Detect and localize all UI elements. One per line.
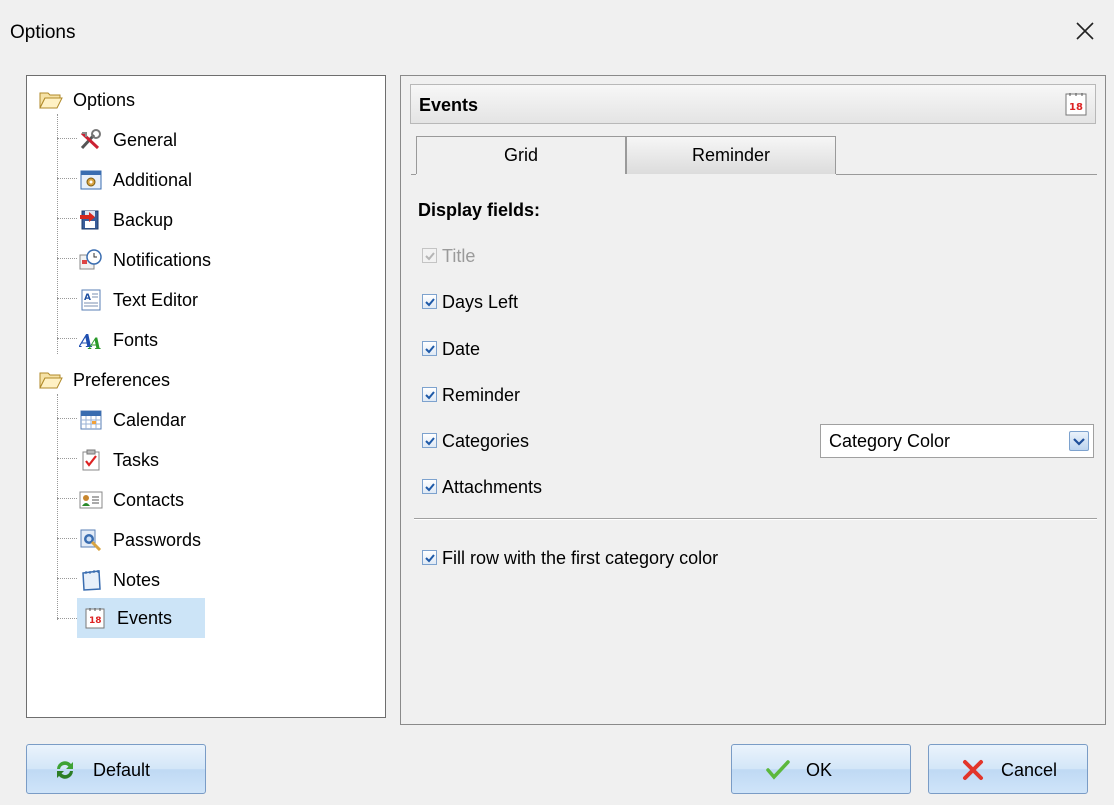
tree-item-label: Tasks xyxy=(113,450,160,470)
tab-grid[interactable]: Grid xyxy=(416,136,626,174)
checkbox-label: Attachments xyxy=(442,477,543,497)
tab-divider xyxy=(411,174,416,175)
checkbox-label: Date xyxy=(442,339,481,359)
options-tree[interactable]: Options General Additional Backup Notifi… xyxy=(26,75,386,718)
tree-item-text-editor[interactable]: A Text Editor xyxy=(79,284,259,316)
folder-open-icon xyxy=(39,92,63,109)
attachments-checkbox[interactable] xyxy=(422,479,437,494)
fonts-icon: A A xyxy=(79,331,101,351)
svg-text:A: A xyxy=(84,293,91,303)
tab-reminder[interactable]: Reminder xyxy=(626,136,836,174)
tools-icon xyxy=(80,129,101,150)
button-label: Default xyxy=(93,760,151,780)
tree-item-label: Fonts xyxy=(113,330,159,350)
default-button[interactable]: Default xyxy=(26,744,206,794)
category-color-select[interactable]: Category Color xyxy=(820,424,1094,458)
notification-clock-icon xyxy=(79,249,102,270)
backup-icon xyxy=(80,210,99,230)
window-title: Options xyxy=(10,22,76,43)
tree-item-label: Calendar xyxy=(113,410,187,430)
tree-group-label: Preferences xyxy=(73,370,171,390)
title-checkbox xyxy=(422,248,437,263)
tasks-icon xyxy=(82,449,100,471)
events-calendar-icon: 18 xyxy=(85,608,105,629)
tree-item-additional[interactable]: Additional xyxy=(79,164,259,196)
tree-item-events[interactable]: 18 Events xyxy=(77,598,205,638)
tree-item-contacts[interactable]: Contacts xyxy=(79,484,259,516)
tree-item-fonts[interactable]: A A Fonts xyxy=(79,324,259,356)
title-bar: Options xyxy=(0,0,1114,62)
fill-row-checkbox[interactable] xyxy=(422,550,437,565)
reminder-checkbox[interactable] xyxy=(422,387,437,402)
tree-item-passwords[interactable]: Passwords xyxy=(79,524,259,556)
checkbox-label: Days Left xyxy=(442,292,519,312)
cancel-button[interactable]: Cancel xyxy=(928,744,1088,794)
tree-item-label: Notifications xyxy=(113,250,212,270)
checkbox-label: Categories xyxy=(442,431,530,451)
categories-checkbox[interactable] xyxy=(422,433,437,448)
text-editor-icon: A xyxy=(81,289,101,311)
svg-text:A: A xyxy=(87,334,101,351)
tree-item-calendar[interactable]: Calendar xyxy=(79,404,259,436)
separator xyxy=(414,518,1097,520)
calendar-icon xyxy=(80,410,102,430)
tree-item-label: Backup xyxy=(113,210,174,230)
folder-open-icon xyxy=(39,372,63,389)
tree-item-tasks[interactable]: Tasks xyxy=(79,444,259,476)
refresh-icon xyxy=(57,761,73,779)
tree-item-notes[interactable]: Notes xyxy=(79,564,259,596)
tree-group-options[interactable]: Options xyxy=(39,84,219,116)
checkbox-label: Reminder xyxy=(442,385,521,405)
tab-divider xyxy=(836,174,1097,175)
checkmark-icon xyxy=(766,760,790,780)
tree-item-label: Contacts xyxy=(113,490,185,510)
tree-group-preferences[interactable]: Preferences xyxy=(39,364,219,396)
tab-label: Grid xyxy=(503,145,538,165)
tree-item-label: Additional xyxy=(113,170,193,190)
checkbox-label: Title xyxy=(442,246,476,266)
tree-item-label: Passwords xyxy=(113,530,202,550)
date-checkbox[interactable] xyxy=(422,341,437,356)
panel-title: Events xyxy=(419,95,479,115)
events-calendar-icon: 18 xyxy=(1065,92,1087,116)
notes-icon xyxy=(82,570,101,591)
panel-header: Events 18 xyxy=(410,84,1096,124)
select-value: Category Color xyxy=(829,431,951,451)
passwords-icon xyxy=(80,529,102,551)
svg-text:18: 18 xyxy=(89,616,102,626)
tree-item-label: Events xyxy=(117,608,173,628)
chevron-down-icon[interactable] xyxy=(1069,431,1089,451)
tree-item-label: General xyxy=(113,130,178,150)
contacts-icon xyxy=(79,491,103,509)
settings-panel: Events 18 Grid Reminder Display fields: … xyxy=(400,75,1106,725)
ok-button[interactable]: OK xyxy=(731,744,911,794)
tab-label: Reminder xyxy=(691,145,771,165)
button-label: OK xyxy=(806,760,833,780)
svg-text:18: 18 xyxy=(1069,102,1083,113)
section-title: Display fields: xyxy=(418,200,541,220)
days-left-checkbox[interactable] xyxy=(422,294,437,309)
tree-item-notifications[interactable]: Notifications xyxy=(79,244,259,276)
close-icon[interactable] xyxy=(1070,16,1100,46)
tree-item-backup[interactable]: Backup xyxy=(79,204,259,236)
button-label: Cancel xyxy=(1001,760,1058,780)
cancel-x-icon xyxy=(963,760,983,780)
tree-item-label: Text Editor xyxy=(113,290,199,310)
tree-group-label: Options xyxy=(73,90,136,110)
gear-window-icon xyxy=(80,170,102,190)
tree-item-general[interactable]: General xyxy=(79,124,259,156)
checkbox-label: Fill row with the first category color xyxy=(442,548,719,568)
tree-item-label: Notes xyxy=(113,570,161,590)
